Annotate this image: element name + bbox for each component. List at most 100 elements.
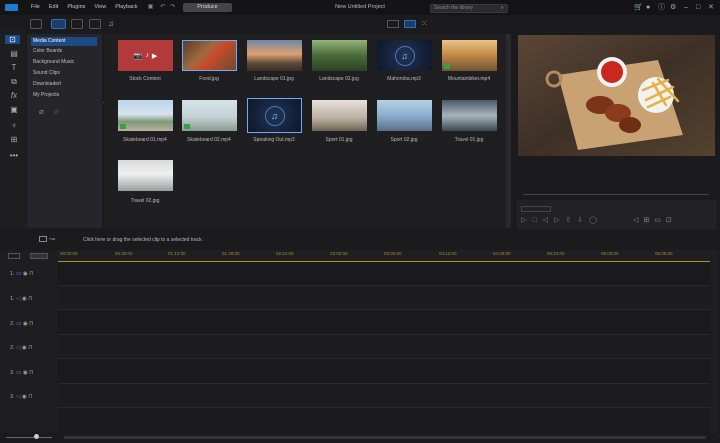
maximize-icon[interactable]: □ bbox=[696, 0, 700, 15]
media-tile-skateboard-02[interactable] bbox=[182, 100, 237, 131]
media-tile-sport-01[interactable] bbox=[312, 100, 367, 131]
room-toolstrip: ⊡ ▤ T ⧉ fx ▣ ♆ ⊞ ••• bbox=[0, 31, 26, 230]
media-label: Skateboard 02.mp4 bbox=[187, 137, 231, 143]
track-header-audio-3[interactable]: 3. ◁ ◉ ⊓ bbox=[10, 392, 33, 402]
category-background-music[interactable]: Background Music bbox=[31, 58, 97, 67]
video-badge-icon bbox=[444, 64, 450, 69]
volume-snapshot-icons[interactable]: ◁⊞▭⊡ bbox=[633, 216, 677, 224]
category-media-content[interactable]: Media Content bbox=[31, 37, 97, 46]
category-downloaded[interactable]: Downloaded bbox=[31, 80, 97, 89]
ruler-corner bbox=[0, 250, 58, 262]
transition-room-icon[interactable]: ⧉ bbox=[9, 77, 19, 86]
tab-media[interactable] bbox=[51, 19, 66, 29]
fit-timeline-icon[interactable]: ↝ bbox=[49, 235, 55, 243]
media-label: Landscape 01.jpg bbox=[254, 76, 294, 82]
search-input[interactable]: Search the library ⌕ bbox=[430, 4, 508, 13]
category-sound-clips[interactable]: Sound Clips bbox=[31, 69, 97, 78]
cart-icon[interactable]: 🛒 bbox=[634, 0, 643, 15]
menu-file[interactable]: File bbox=[31, 0, 40, 15]
media-label: Mountainbiker.mp4 bbox=[447, 76, 491, 82]
media-label: Food.jpg bbox=[199, 76, 219, 82]
timeline-vertical-scrollbar[interactable] bbox=[711, 250, 718, 435]
minimize-icon[interactable]: – bbox=[684, 0, 688, 15]
zoom-fit-icon[interactable] bbox=[30, 253, 48, 259]
media-tile-travel-01[interactable] bbox=[442, 100, 497, 131]
media-room-icon[interactable]: ⊡ bbox=[5, 35, 20, 44]
menu-plugins[interactable]: Plugins bbox=[67, 0, 85, 15]
library-toolbar: ♫ ⁙ bbox=[26, 16, 511, 32]
subtitle-room-icon[interactable]: ⊞ bbox=[9, 135, 19, 144]
effect-room-icon[interactable]: ▤ bbox=[9, 49, 19, 58]
track-row[interactable] bbox=[58, 286, 710, 310]
track-manager-icon[interactable] bbox=[8, 253, 20, 259]
media-tile-speaking-out[interactable]: ♫ bbox=[247, 98, 302, 133]
save-icon[interactable]: ▣ bbox=[148, 0, 154, 15]
track-row[interactable] bbox=[58, 360, 710, 384]
media-tile-food[interactable] bbox=[182, 40, 237, 71]
track-header-video-2[interactable]: 2. ▭ ◉ ⊓ bbox=[10, 319, 34, 329]
preview-seek-bar[interactable] bbox=[523, 194, 709, 195]
media-tile-mahoroba[interactable]: ♫ bbox=[377, 40, 432, 71]
media-tile-landscape-01[interactable] bbox=[247, 40, 302, 71]
grid-view-icon[interactable] bbox=[404, 20, 416, 28]
fx-room-icon[interactable]: fx bbox=[9, 91, 19, 100]
tick-label: 05:24:00 bbox=[547, 251, 565, 256]
menu-edit[interactable]: Edit bbox=[49, 0, 58, 15]
timeline-bottom-bar bbox=[0, 433, 720, 443]
media-tile-skateboard-01[interactable] bbox=[118, 100, 173, 131]
music-filter-icon[interactable]: ♫ bbox=[108, 19, 114, 28]
track-header-audio-1[interactable]: 1. ◁ ◉ ⊓ bbox=[10, 294, 33, 304]
media-tile-stock[interactable]: 📷 ♪ ▶ bbox=[118, 40, 173, 71]
zoom-slider[interactable] bbox=[6, 437, 52, 438]
import-icon[interactable] bbox=[30, 19, 42, 29]
media-tile-sport-02[interactable] bbox=[377, 100, 432, 131]
library-scrollbar[interactable] bbox=[506, 34, 511, 228]
settings-icon[interactable]: ⚙ bbox=[670, 0, 676, 15]
playback-buttons[interactable]: ▷□◁▷⇧⇩◯ bbox=[521, 216, 603, 224]
pip-room-icon[interactable]: ▣ bbox=[9, 105, 19, 114]
media-tile-mountainbiker[interactable] bbox=[442, 40, 497, 71]
zoom-slider-handle[interactable] bbox=[34, 434, 39, 439]
particle-room-icon[interactable]: ♆ bbox=[9, 121, 19, 130]
track-row[interactable] bbox=[58, 262, 710, 286]
tag-add-icon[interactable]: ⌀ bbox=[39, 107, 44, 116]
category-color-boards[interactable]: Color Boards bbox=[31, 47, 97, 56]
lock-icon: ⊓ bbox=[29, 271, 34, 277]
media-label: Travel 02.jpg bbox=[130, 198, 160, 204]
account-icon[interactable]: ● bbox=[646, 0, 650, 15]
info-icon[interactable]: ⓘ bbox=[658, 0, 665, 15]
search-icon[interactable]: ⌕ bbox=[501, 5, 504, 12]
more-icon[interactable]: ••• bbox=[9, 151, 19, 160]
menu-view[interactable]: View bbox=[94, 0, 106, 15]
media-tile-travel-02[interactable] bbox=[118, 160, 173, 191]
thumbnail-size-icon[interactable]: ⁙ bbox=[421, 19, 428, 28]
tab-video[interactable] bbox=[71, 19, 83, 29]
track-row[interactable] bbox=[58, 335, 710, 359]
app-logo bbox=[0, 0, 22, 15]
track-row[interactable] bbox=[58, 384, 710, 408]
produce-button[interactable]: Produce bbox=[183, 3, 232, 12]
lock-icon: ⊓ bbox=[29, 370, 34, 376]
close-icon[interactable]: ✕ bbox=[708, 0, 714, 15]
media-tile-landscape-02[interactable] bbox=[312, 40, 367, 71]
menu-playback[interactable]: Playback bbox=[115, 0, 137, 15]
undo-icon[interactable]: ↶ bbox=[160, 0, 165, 15]
tag-remove-icon[interactable]: ⌀ bbox=[54, 107, 59, 116]
media-label: Sport 01.jpg bbox=[325, 137, 353, 143]
track-header-audio-2[interactable]: 2. ◁ ◉ ⊓ bbox=[10, 343, 33, 353]
track-row[interactable] bbox=[58, 311, 710, 335]
redo-icon[interactable]: ↷ bbox=[170, 0, 175, 15]
track-header-video-1[interactable]: 1. ▭ ◉ ⊓ bbox=[10, 269, 34, 279]
timeline-horizontal-scrollbar[interactable] bbox=[64, 436, 706, 439]
list-view-icon[interactable] bbox=[387, 20, 399, 28]
storyboard-icon[interactable] bbox=[39, 236, 47, 242]
media-label: Landscape 02.jpg bbox=[319, 76, 359, 82]
title-room-icon[interactable]: T bbox=[9, 63, 19, 72]
tab-image[interactable] bbox=[89, 19, 101, 29]
track-header-video-3[interactable]: 3. ▭ ◉ ⊓ bbox=[10, 368, 34, 378]
tick-label: 00:00:00 bbox=[60, 251, 78, 256]
category-my-projects[interactable]: My Projects bbox=[31, 91, 97, 100]
media-label: Speaking Out.mp3 bbox=[253, 137, 295, 143]
tick-label: 06:36:00 bbox=[655, 251, 673, 256]
timecode-field[interactable] bbox=[521, 206, 551, 212]
